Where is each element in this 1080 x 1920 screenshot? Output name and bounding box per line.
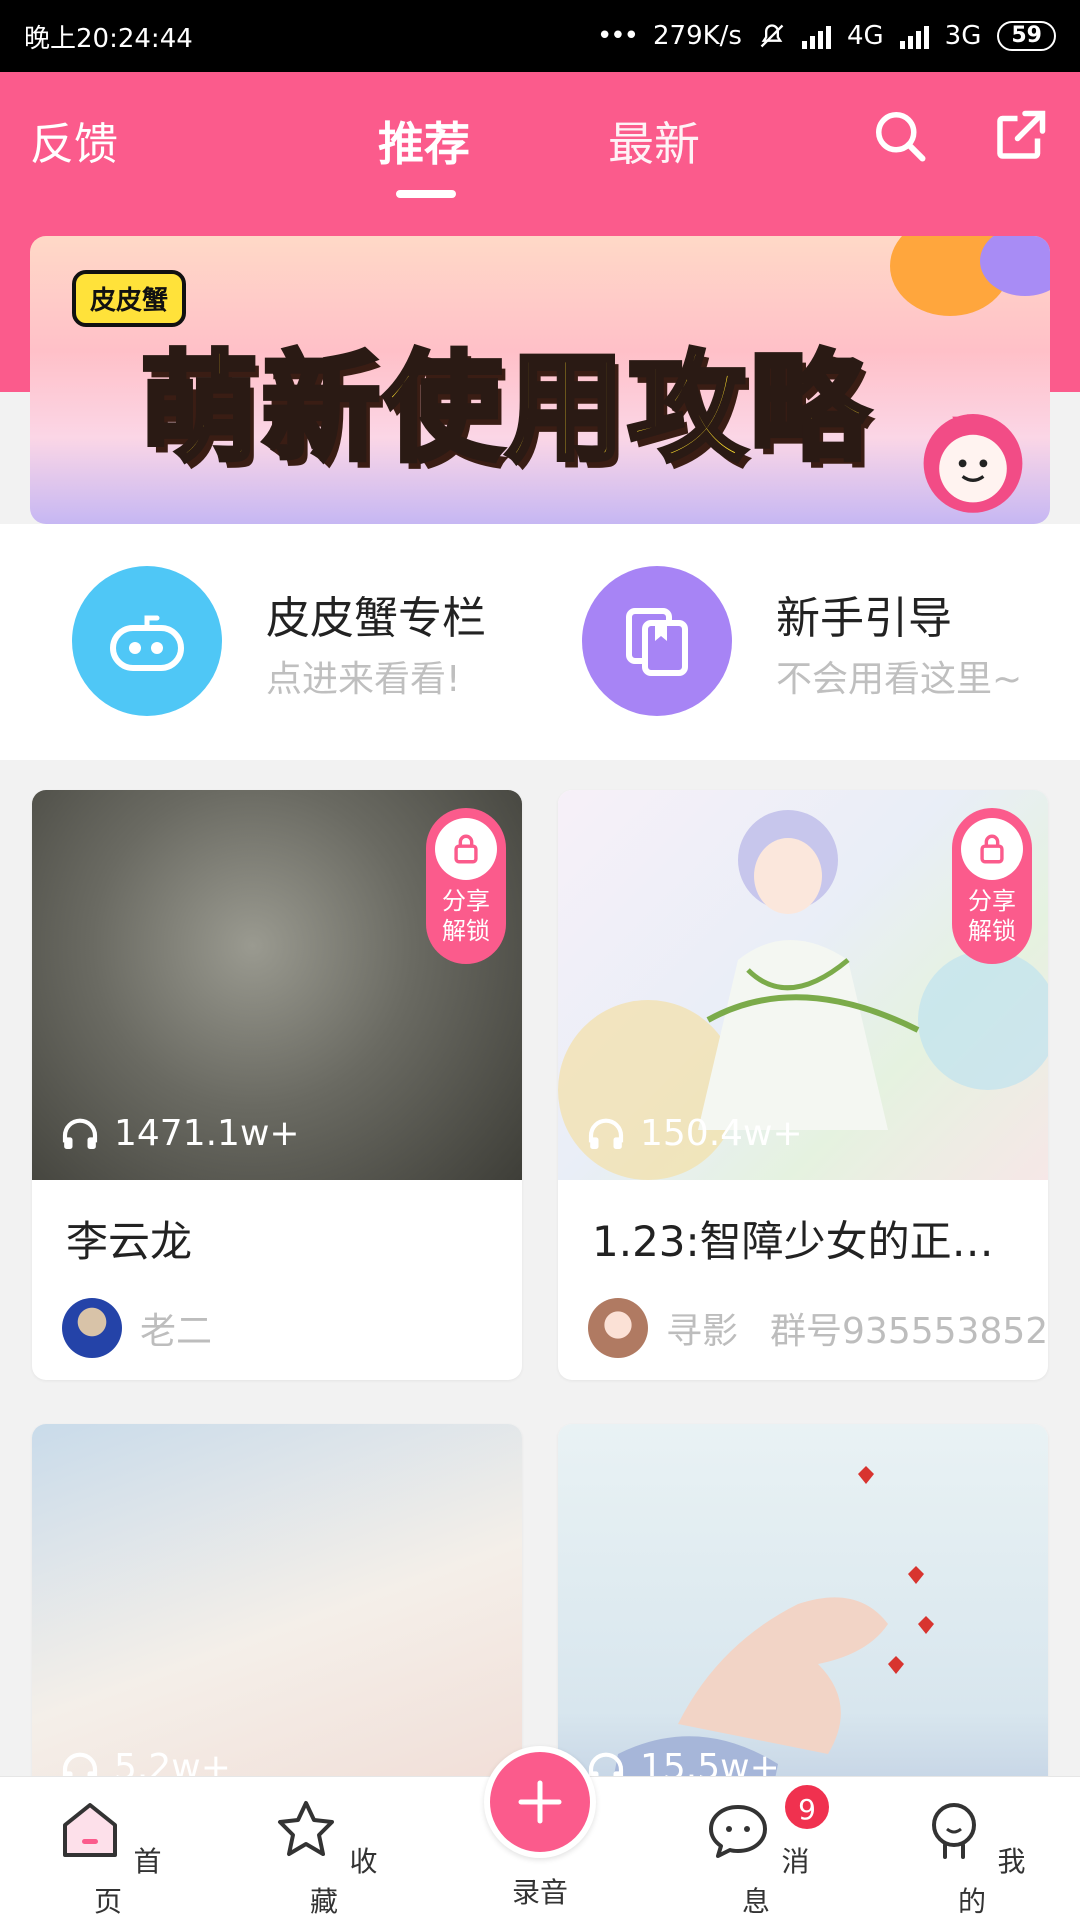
crab-mascot-icon bbox=[923, 414, 1023, 513]
card-cover-image: 分享 解锁 1471.1w+ bbox=[32, 790, 522, 1180]
play-count: 1471.1w+ bbox=[60, 1113, 300, 1154]
nav-home[interactable]: 首页 bbox=[48, 1795, 168, 1920]
play-count-value: 1471.1w+ bbox=[114, 1113, 300, 1154]
book-icon bbox=[626, 608, 688, 676]
play-count-value: 150.4w+ bbox=[640, 1113, 803, 1154]
chat-bubble-icon bbox=[708, 1805, 767, 1858]
quick-entry-column-icon-bg bbox=[72, 566, 222, 716]
nav-favorites[interactable]: 收藏 bbox=[264, 1795, 384, 1920]
audio-card[interactable]: 分享 解锁 150.4w+ 1.23:智障少女的正… 寻影 群号935553852 bbox=[558, 790, 1048, 1380]
signal-icon bbox=[801, 23, 831, 49]
status-bar: 晚上20:24:44 ••• 279K/s 4G 3G 59 bbox=[0, 0, 1080, 72]
lock-icon bbox=[961, 818, 1023, 880]
quick-entry-guide-title: 新手引导 bbox=[776, 593, 952, 644]
card-author: 老二 bbox=[62, 1298, 212, 1358]
mute-bell-icon bbox=[760, 24, 784, 48]
author-group: 群号935553852 bbox=[770, 1311, 1048, 1352]
gamepad-icon bbox=[110, 615, 184, 671]
banner-title: 萌新使用攻略 bbox=[137, 337, 873, 480]
share-unlock-badge[interactable]: 分享 解锁 bbox=[952, 808, 1032, 964]
share-external-icon[interactable] bbox=[990, 106, 1050, 166]
play-count: 150.4w+ bbox=[586, 1113, 803, 1154]
unlock-label-line1: 分享 bbox=[968, 887, 1016, 915]
card-title: 1.23:智障少女的正… bbox=[592, 1217, 994, 1266]
card-cover-image: 分享 解锁 150.4w+ bbox=[558, 790, 1048, 1180]
nav-profile[interactable]: 我的 bbox=[912, 1795, 1032, 1920]
headphones-icon bbox=[62, 1118, 98, 1149]
home-icon bbox=[62, 1803, 117, 1857]
star-icon bbox=[277, 1801, 334, 1856]
message-count-badge: 9 bbox=[782, 1782, 832, 1832]
quick-entry-column-title: 皮皮蟹专栏 bbox=[266, 593, 486, 644]
share-unlock-badge[interactable]: 分享 解锁 bbox=[426, 808, 506, 964]
battery-indicator: 59 bbox=[997, 21, 1056, 51]
network-type-1: 4G bbox=[846, 21, 884, 51]
plus-icon bbox=[518, 1780, 562, 1824]
signal-icon-2 bbox=[899, 23, 929, 49]
author-avatar[interactable] bbox=[588, 1298, 648, 1358]
quick-entry-guide-icon-bg bbox=[582, 566, 732, 716]
quick-entries: 皮皮蟹专栏 点进来看看! 新手引导 不会用看这里~ bbox=[0, 524, 1080, 760]
nav-record-label: 录音 bbox=[511, 1876, 568, 1909]
quick-entry-guide-subtitle: 不会用看这里~ bbox=[776, 659, 1023, 700]
network-speed: 279K/s bbox=[652, 21, 742, 51]
network-type-2: 3G bbox=[944, 21, 982, 51]
audio-card[interactable]: 分享 解锁 1471.1w+ 李云龙 老二 bbox=[32, 790, 522, 1380]
status-time: 晚上20:24:44 bbox=[24, 23, 193, 54]
lock-icon bbox=[435, 818, 497, 880]
author-name: 寻影 bbox=[666, 1311, 739, 1352]
headphones-icon bbox=[588, 1118, 624, 1149]
card-title: 李云龙 bbox=[66, 1217, 193, 1266]
unlock-label-line1: 分享 bbox=[442, 887, 490, 915]
promo-banner[interactable]: 皮皮蟹 萌新使用攻略 bbox=[30, 236, 1050, 524]
unlock-label-line2: 解锁 bbox=[442, 917, 490, 945]
author-name: 老二 bbox=[140, 1311, 213, 1352]
active-tab-indicator bbox=[396, 190, 456, 198]
profile-icon bbox=[931, 1803, 976, 1859]
record-button[interactable] bbox=[484, 1746, 596, 1858]
top-nav: 反馈 推荐 最新 bbox=[0, 72, 1080, 206]
unlock-label-line2: 解锁 bbox=[968, 917, 1016, 945]
card-author: 寻影 群号935553852 bbox=[588, 1298, 1048, 1358]
feedback-button[interactable]: 反馈 bbox=[30, 108, 118, 172]
author-avatar[interactable] bbox=[62, 1298, 122, 1358]
quick-entry-column-subtitle: 点进来看看! bbox=[266, 659, 461, 700]
search-icon[interactable] bbox=[870, 106, 930, 166]
dots-icon: ••• bbox=[596, 21, 639, 51]
tab-latest[interactable]: 最新 bbox=[608, 108, 700, 174]
tab-recommended[interactable]: 推荐 bbox=[378, 108, 470, 174]
